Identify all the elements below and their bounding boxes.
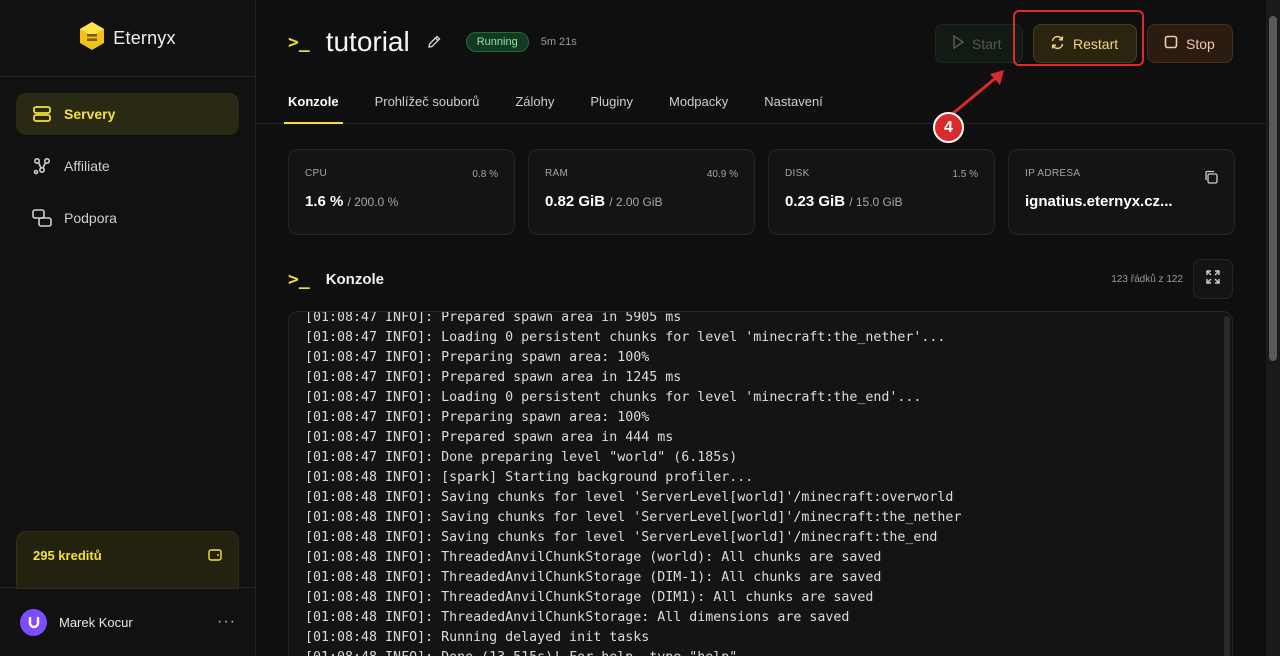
- line-count: 123 řádků z 122: [1111, 273, 1183, 285]
- server-actions: Start Restart Stop: [935, 24, 1233, 63]
- title-row: >_ tutorial Running 5m 21s: [288, 26, 577, 58]
- credits-label: 295 kreditů: [33, 548, 102, 563]
- console-line: [01:08:47 INFO]: Prepared spawn area in …: [305, 370, 682, 385]
- wallet-icon: [208, 548, 222, 566]
- tab-konzole[interactable]: Konzole: [284, 82, 343, 124]
- console-line: [01:08:48 INFO]: Saving chunks for level…: [305, 490, 954, 505]
- console-line: [01:08:47 INFO]: Prepared spawn area in …: [305, 311, 682, 325]
- user-name: Marek Kocur: [59, 614, 133, 630]
- ram-pct: 40.9 %: [706, 169, 738, 180]
- brand[interactable]: Eternyx: [0, 0, 255, 77]
- server-icon: [32, 104, 52, 124]
- support-icon: [32, 208, 52, 228]
- user-panel[interactable]: Marek Kocur ···: [0, 587, 256, 656]
- copy-icon[interactable]: [1204, 170, 1218, 189]
- console-line: [01:08:47 INFO]: Preparing spawn area: 1…: [305, 350, 650, 365]
- disk-value: 0.23 GiB / 15.0 GiB: [785, 193, 978, 210]
- restart-label: Restart: [1073, 35, 1119, 52]
- console-header: >_ Konzole 123 řádků z 122: [288, 259, 1233, 299]
- play-icon: [952, 34, 965, 52]
- avatar: [20, 608, 47, 636]
- cpu-pct: 0.8 %: [472, 169, 498, 180]
- sidebar-item-label: Affiliate: [64, 158, 110, 174]
- uptime: 5m 21s: [540, 36, 577, 48]
- ip-label: IP ADRESA: [1025, 168, 1081, 179]
- disk-value-sub: / 15.0 GiB: [849, 195, 903, 209]
- console-line: [01:08:48 INFO]: Saving chunks for level…: [305, 510, 962, 525]
- ip-card: IP ADRESA ignatius.eternyx.cz...: [1008, 149, 1235, 235]
- app: Eternyx Servery Affiliate Podpora 295 kr…: [0, 0, 1280, 656]
- ram-card: RAM 40.9 % 0.82 GiB / 2.00 GiB: [528, 149, 755, 235]
- expand-button[interactable]: [1193, 259, 1233, 299]
- cpu-card: CPU 0.8 % 1.6 % / 200.0 %: [288, 149, 515, 235]
- tab-pluginy[interactable]: Pluginy: [590, 82, 633, 124]
- stop-icon: [1164, 35, 1178, 52]
- affiliate-icon: [32, 156, 52, 176]
- start-label: Start: [972, 35, 1002, 52]
- terminal-prompt-icon: >_: [288, 31, 310, 53]
- edit-pencil-icon[interactable]: [426, 34, 442, 50]
- console-line: [01:08:48 INFO]: Running delayed init ta…: [305, 630, 650, 645]
- tab-bar: Konzole Prohlížeč souborů Zálohy Pluginy…: [284, 82, 823, 124]
- cpu-label: CPU: [305, 168, 328, 179]
- console-scrollbar[interactable]: [1224, 316, 1230, 656]
- stats-row: CPU 0.8 % 1.6 % / 200.0 % RAM 40.9 % 0.8…: [288, 149, 1235, 235]
- console-line: [01:08:47 INFO]: Loading 0 persistent ch…: [305, 390, 922, 405]
- sidebar: Eternyx Servery Affiliate Podpora 295 kr…: [0, 0, 256, 656]
- ram-value-main: 0.82 GiB: [545, 193, 606, 210]
- cpu-value: 1.6 % / 200.0 %: [305, 193, 498, 210]
- more-options-icon[interactable]: ···: [217, 613, 236, 631]
- console-output[interactable]: [01:08:47 INFO]: Prepared spawn area in …: [288, 311, 1233, 656]
- console-line: [01:08:48 INFO]: Saving chunks for level…: [305, 530, 938, 545]
- step-badge: 4: [933, 112, 964, 143]
- disk-card: DISK 1.5 % 0.23 GiB / 15.0 GiB: [768, 149, 995, 235]
- disk-label: DISK: [785, 168, 810, 179]
- stop-button[interactable]: Stop: [1147, 24, 1233, 63]
- restart-button[interactable]: Restart: [1033, 24, 1137, 63]
- expand-icon: [1206, 269, 1220, 289]
- ram-value: 0.82 GiB / 2.00 GiB: [545, 193, 738, 210]
- tab-prohlizec-souboru[interactable]: Prohlížeč souborů: [375, 82, 480, 124]
- console-title: Konzole: [325, 270, 385, 288]
- sidebar-item-podpora[interactable]: Podpora: [16, 197, 239, 239]
- console-line: [01:08:48 INFO]: [spark] Starting backgr…: [305, 470, 754, 485]
- brand-name: Eternyx: [113, 27, 176, 48]
- tab-modpacky[interactable]: Modpacky: [669, 82, 728, 124]
- credits-card[interactable]: 295 kreditů: [16, 531, 239, 589]
- console-line: [01:08:48 INFO]: ThreadedAnvilChunkStora…: [305, 610, 850, 625]
- disk-pct: 1.5 %: [952, 169, 978, 180]
- server-name: tutorial: [325, 26, 410, 57]
- console-line: [01:08:47 INFO]: Loading 0 persistent ch…: [305, 330, 946, 345]
- disk-value-main: 0.23 GiB: [785, 193, 846, 210]
- tab-zalohy[interactable]: Zálohy: [515, 82, 554, 124]
- page-scrollbar-thumb[interactable]: [1269, 16, 1277, 361]
- status-badge: Running: [465, 32, 529, 52]
- console-line: [01:08:47 INFO]: Prepared spawn area in …: [305, 430, 674, 445]
- console-line: [01:08:48 INFO]: ThreadedAnvilChunkStora…: [305, 590, 874, 605]
- sidebar-item-servery[interactable]: Servery: [16, 93, 239, 135]
- sidebar-item-affiliate[interactable]: Affiliate: [16, 145, 239, 187]
- ip-value[interactable]: ignatius.eternyx.cz...: [1025, 193, 1218, 210]
- ram-value-sub: / 2.00 GiB: [609, 195, 663, 209]
- sidebar-nav: Servery Affiliate Podpora: [0, 77, 255, 255]
- restart-icon: [1050, 35, 1065, 53]
- console-line: [01:08:48 INFO]: ThreadedAnvilChunkStora…: [305, 570, 882, 585]
- console-line: [01:08:47 INFO]: Done preparing level "w…: [305, 450, 738, 465]
- start-button[interactable]: Start: [935, 24, 1023, 63]
- terminal-prompt-icon: >_: [288, 268, 310, 290]
- sidebar-item-label: Podpora: [64, 210, 117, 226]
- page-scrollbar[interactable]: [1266, 0, 1280, 656]
- console-line: [01:08:47 INFO]: Preparing spawn area: 1…: [305, 410, 650, 425]
- console-line: [01:08:48 INFO]: Done (13.515s)! For hel…: [305, 648, 961, 656]
- console-line: [01:08:48 INFO]: ThreadedAnvilChunkStora…: [305, 550, 882, 565]
- main-content: >_ tutorial Running 5m 21s Start Restart…: [256, 0, 1280, 656]
- stop-label: Stop: [1186, 35, 1215, 52]
- sidebar-item-label: Servery: [64, 106, 116, 122]
- tab-nastaveni[interactable]: Nastavení: [764, 82, 823, 124]
- cpu-value-sub: / 200.0 %: [347, 195, 399, 209]
- cpu-value-main: 1.6 %: [305, 193, 344, 210]
- server-header: >_ tutorial Running 5m 21s Start Restart…: [256, 0, 1280, 124]
- eternyx-logo-icon: [79, 21, 105, 56]
- console-log: [01:08:47 INFO]: Prepared spawn area in …: [305, 311, 962, 656]
